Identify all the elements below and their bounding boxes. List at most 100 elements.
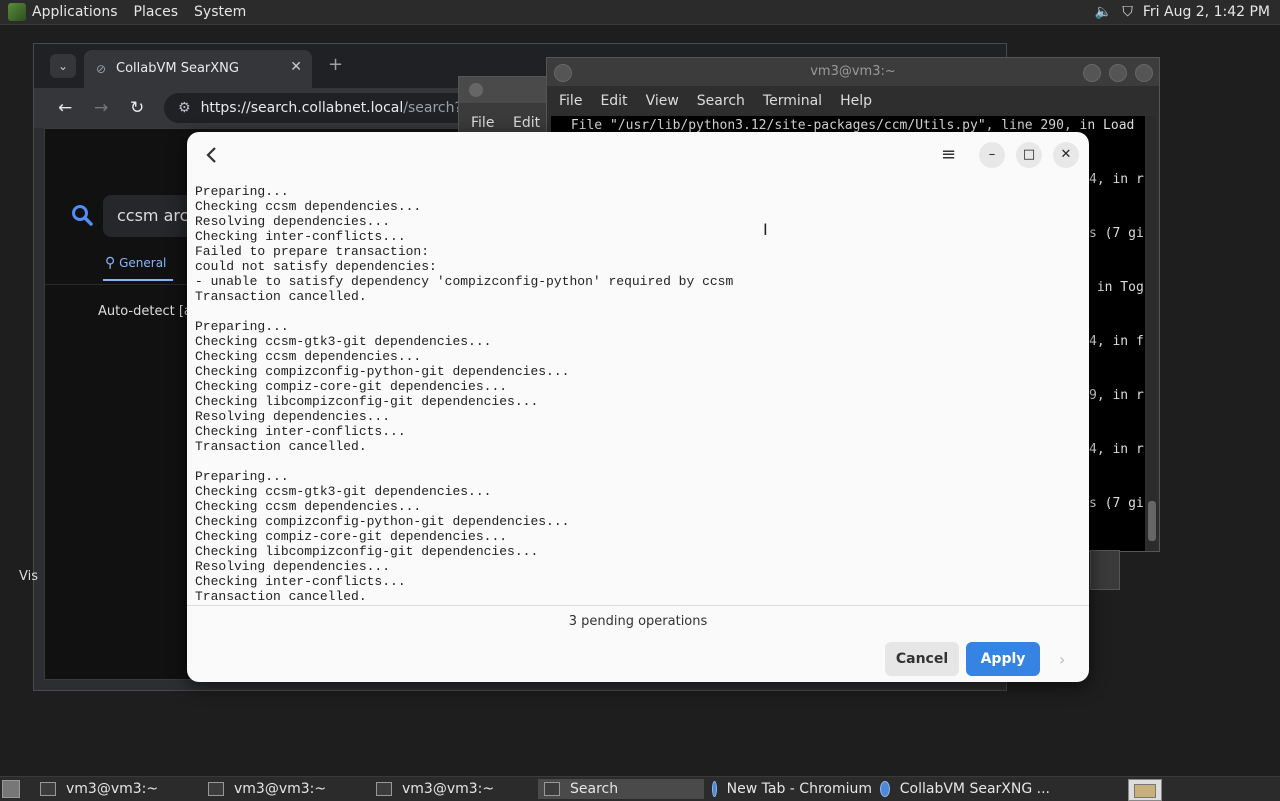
workspace-switcher[interactable]: [1128, 779, 1162, 801]
log-line: Transaction cancelled.: [195, 439, 367, 454]
menu-view[interactable]: View: [646, 93, 679, 109]
menu-places[interactable]: Places: [134, 4, 179, 20]
log-line: Checking compiz-core-git dependencies...: [195, 529, 508, 544]
log-line: Checking ccsm dependencies...: [195, 349, 422, 364]
terminal-fragment: 4, in r: [1089, 172, 1144, 187]
language-select[interactable]: Auto-detect [au: [98, 304, 200, 319]
site-info-icon[interactable]: ⚙: [178, 93, 191, 123]
taskbar-item-label: vm3@vm3:~: [402, 781, 495, 797]
chevron-right-icon[interactable]: ›: [1059, 650, 1065, 669]
log-line: Checking inter-conflicts...: [195, 424, 406, 439]
window-menu-icon[interactable]: [554, 64, 572, 82]
menu-terminal[interactable]: Terminal: [763, 93, 822, 109]
log-line: Checking compizconfig-python-git depende…: [195, 514, 570, 529]
menu-file[interactable]: File: [559, 93, 582, 109]
menu-file[interactable]: File: [471, 115, 494, 131]
menu-edit[interactable]: Edit: [513, 115, 540, 131]
cancel-button[interactable]: Cancel: [885, 642, 959, 676]
terminal-icon: [376, 782, 392, 796]
log-line: Resolving dependencies...: [195, 559, 391, 574]
top-panel: Applications Places System 🔈 ⛉ Fri Aug 2…: [0, 0, 1280, 25]
menu-help[interactable]: Help: [840, 93, 872, 109]
volume-icon[interactable]: 🔈: [1095, 4, 1112, 20]
search-icon[interactable]: [71, 204, 93, 226]
tab-close-icon[interactable]: ✕: [290, 59, 302, 75]
transaction-log: Preparing... Checking ccsm dependencies..…: [195, 184, 1075, 602]
window-control-icon[interactable]: [469, 83, 483, 97]
log-line: Transaction cancelled.: [195, 589, 367, 602]
active-tab-indicator: [103, 279, 173, 281]
taskbar-item[interactable]: vm3@vm3:~: [370, 779, 536, 799]
log-line: Transaction cancelled.: [195, 289, 367, 304]
log-line: Preparing...: [195, 184, 289, 199]
log-line: Checking inter-conflicts...: [195, 229, 406, 244]
side-text: Vis: [19, 569, 38, 584]
log-line: Resolving dependencies...: [195, 409, 391, 424]
log-line: Checking libcompizconfig-git dependencie…: [195, 544, 539, 559]
minimize-icon[interactable]: –: [979, 142, 1005, 168]
terminal-line: File "/usr/lib/python3.12/site-packages/…: [563, 118, 1135, 133]
log-line: Preparing...: [195, 469, 289, 484]
tab-title: CollabVM SearXNG: [116, 61, 239, 76]
magnifier-icon: ⚲: [105, 255, 116, 271]
taskbar-item[interactable]: vm3@vm3:~: [202, 779, 368, 799]
terminal-fragment: s (7 gi: [1089, 226, 1144, 241]
taskbar-item-label: Search: [570, 781, 619, 797]
log-line: Checking ccsm dependencies...: [195, 499, 422, 514]
url-host: https://search.collabnet.local: [200, 100, 404, 116]
menu-edit[interactable]: Edit: [600, 93, 627, 109]
log-line: Checking libcompizconfig-git dependencie…: [195, 394, 539, 409]
chromium-icon: [712, 781, 717, 797]
minimize-icon[interactable]: [1083, 64, 1101, 82]
log-line: Checking ccsm-gtk3-git dependencies...: [195, 484, 492, 499]
terminal-scrollbar[interactable]: [1147, 116, 1157, 551]
menu-system[interactable]: System: [194, 4, 246, 20]
workspace-preview: [1134, 784, 1156, 798]
back-icon[interactable]: ←: [58, 98, 72, 118]
log-line: Preparing...: [195, 319, 289, 334]
distro-logo-icon[interactable]: [8, 3, 26, 21]
tab-favicon-icon: ⊘: [96, 62, 107, 76]
close-icon[interactable]: ✕: [1053, 142, 1079, 168]
taskbar-item[interactable]: vm3@vm3:~: [34, 779, 200, 799]
taskbar-item-label: CollabVM SearXNG ...: [899, 781, 1050, 797]
forward-icon[interactable]: →: [94, 98, 108, 118]
text-cursor-icon: I: [763, 220, 768, 239]
transaction-dialog: ≡ – □ ✕ Preparing... Checking ccsm depend…: [187, 132, 1089, 682]
terminal-window-edge: [1090, 550, 1120, 590]
clock[interactable]: Fri Aug 2, 1:42 PM: [1143, 4, 1270, 20]
tab-general[interactable]: ⚲ General: [105, 255, 166, 271]
scrollbar-thumb[interactable]: [1148, 501, 1156, 541]
maximize-icon[interactable]: [1109, 64, 1127, 82]
terminal-menubar: File Edit View Search Terminal Help: [547, 86, 1159, 116]
menu-applications[interactable]: Applications: [32, 4, 118, 20]
log-line: Resolving dependencies...: [195, 214, 391, 229]
terminal-fragment: in Tog: [1089, 280, 1144, 295]
log-line: Checking compizconfig-python-git depende…: [195, 364, 570, 379]
browser-tab[interactable]: ⊘ CollabVM SearXNG ✕: [84, 50, 312, 88]
menu-search[interactable]: Search: [697, 93, 745, 109]
terminal-fragment: 9, in r: [1089, 388, 1144, 403]
taskbar: vm3@vm3:~ vm3@vm3:~ vm3@vm3:~ Search New…: [0, 776, 1280, 801]
hamburger-menu-icon[interactable]: ≡: [941, 144, 956, 165]
divider: [187, 605, 1089, 606]
close-icon[interactable]: [1135, 64, 1153, 82]
reload-icon[interactable]: ↻: [130, 98, 144, 118]
package-icon: [544, 782, 560, 796]
taskbar-item[interactable]: Search: [538, 779, 704, 799]
terminal-icon: [40, 782, 56, 796]
show-desktop-icon[interactable]: [2, 780, 20, 798]
back-icon[interactable]: [203, 144, 221, 166]
pending-operations[interactable]: 3 pending operations: [187, 614, 1089, 629]
shield-icon[interactable]: ⛉: [1122, 4, 1133, 20]
taskbar-item[interactable]: New Tab - Chromium: [706, 779, 872, 799]
tab-search-button[interactable]: ⌄: [50, 54, 76, 78]
apply-button[interactable]: Apply: [966, 642, 1040, 676]
log-line: Checking ccsm-gtk3-git dependencies...: [195, 334, 492, 349]
terminal-fragment: s (7 gi: [1089, 496, 1144, 511]
new-tab-icon[interactable]: +: [328, 54, 343, 75]
taskbar-item[interactable]: CollabVM SearXNG ...: [874, 779, 1050, 799]
maximize-icon[interactable]: □: [1016, 142, 1042, 168]
